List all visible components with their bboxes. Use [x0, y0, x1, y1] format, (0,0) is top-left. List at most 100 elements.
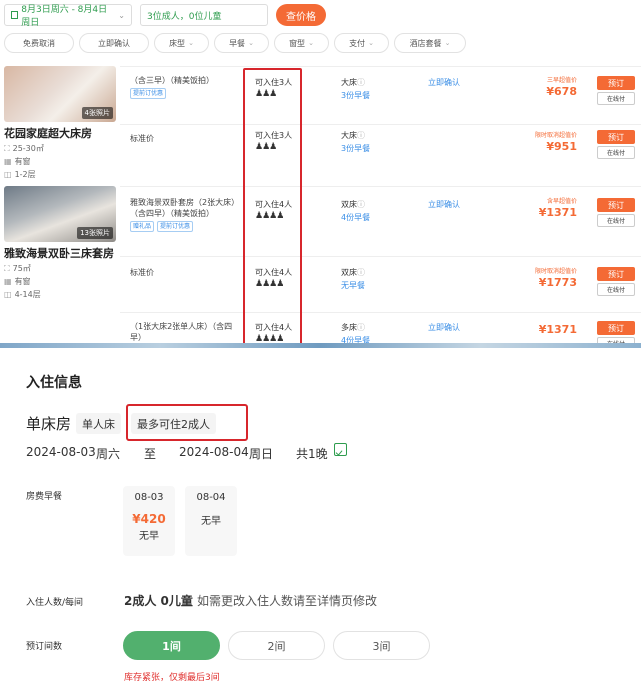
filter-breakfast[interactable]: 早餐 ⌄	[214, 33, 269, 53]
online-pay-button[interactable]: 在线付	[597, 92, 635, 105]
filter-window[interactable]: 窗型 ⌄	[274, 33, 329, 53]
area-icon: ⛶	[4, 143, 10, 153]
date-range-text: 8月3日周六 - 8月4日周日	[21, 5, 108, 28]
book-button[interactable]: 预订	[597, 76, 635, 90]
instant-confirm: 立即确认	[428, 200, 460, 209]
room-photo[interactable]: 4张照片	[4, 66, 116, 122]
guests-label: 入住人数/每间	[26, 598, 84, 608]
price-note: 限时取消超值价	[534, 268, 577, 275]
info-icon: ⓘ	[357, 323, 365, 332]
rate-row: 雅致海景双卧套房（2张大床）（含四早）（精美饭拍） 赠礼品 提前订优惠 可入住4人…	[120, 186, 641, 256]
filter-instant-confirm[interactable]: 立即确认	[79, 33, 149, 53]
promo-tag: 提前订优惠	[157, 221, 194, 232]
guest-text: 3位成人，0位儿童	[147, 11, 222, 22]
date-range-select[interactable]: 8月3日周六 - 8月4日周日 ⌄	[4, 4, 132, 28]
capacity-highlight	[126, 404, 248, 441]
search-bar: 8月3日周六 - 8月4日周日 ⌄ 3位成人，0位儿童 查价格	[4, 4, 326, 28]
price: ¥951	[546, 140, 577, 153]
fee-label: 房费早餐	[26, 492, 63, 502]
room-count-1[interactable]: 1间	[123, 631, 220, 660]
info-icon: ⓘ	[357, 200, 365, 209]
photo-count: 4张照片	[81, 107, 113, 119]
online-pay-button[interactable]: 在线付	[597, 214, 635, 227]
price: ¥1371	[538, 323, 577, 336]
filter-payment[interactable]: 支付 ⌄	[334, 33, 389, 53]
checkout-date: 2024-08-04	[179, 445, 249, 459]
filter-bed-type[interactable]: 床型 ⌄	[154, 33, 209, 53]
price: ¥678	[546, 85, 577, 98]
info-icon: ⓘ	[357, 131, 365, 140]
section-title: 入住信息	[26, 375, 82, 391]
bed-chip: 单人床	[76, 413, 121, 434]
breakfast-text[interactable]: 4份早餐	[341, 212, 370, 223]
room-count-2[interactable]: 2间	[228, 631, 325, 660]
chevron-down-icon: ⌄	[248, 39, 254, 47]
room-name[interactable]: 花园家庭超大床房	[4, 125, 124, 141]
instant-confirm: 立即确认	[428, 323, 460, 332]
book-button[interactable]: 预订	[597, 267, 635, 281]
rate-row: （含三早）（精美饭拍） 提前订优惠 可入住3人 ♟♟♟ 大床ⓘ 3份早餐 立即确…	[120, 66, 641, 124]
checkin-date: 2024-08-03	[26, 445, 96, 459]
price: ¥1371	[538, 206, 577, 219]
day-date: 08-04	[196, 492, 226, 503]
day-meal: 无早	[201, 516, 221, 527]
bed-type: 双床	[341, 268, 357, 277]
room-photo[interactable]: 13张照片	[4, 186, 116, 242]
package-name: 标准价	[130, 268, 154, 277]
edit-icon[interactable]	[334, 443, 347, 456]
filter-package[interactable]: 酒店套餐 ⌄	[394, 33, 466, 53]
guest-select[interactable]: 3位成人，0位儿童	[140, 4, 268, 26]
gift-tag: 赠礼品	[130, 221, 155, 232]
room-count-3[interactable]: 3间	[333, 631, 430, 660]
day-date: 08-03	[134, 492, 164, 503]
window-icon: ▦	[4, 157, 12, 166]
package-name: 标准价	[130, 134, 154, 143]
bed-type: 双床	[341, 200, 357, 209]
rate-row: （1张大床2张单人床）（含四早） 可入住4人 ♟♟♟♟ 多床ⓘ 4份早餐 立即确…	[120, 312, 641, 347]
online-pay-button[interactable]: 在线付	[597, 283, 635, 296]
rooms-label: 预订间数	[26, 642, 63, 652]
chevron-down-icon: ⌄	[188, 39, 194, 47]
floor-icon: ◫	[4, 290, 12, 299]
day-price-card: 08-04 无早	[185, 486, 237, 556]
breakfast-text[interactable]: 无早餐	[341, 280, 365, 291]
room-card: 4张照片 花园家庭超大床房 ⛶ 25-30㎡ ▦ 有窗 ◫ 1-2层	[4, 66, 124, 180]
book-button[interactable]: 预订	[597, 198, 635, 212]
rate-row: 标准价 可入住4人 ♟♟♟♟ 双床ⓘ 无早餐 限时取消超值价 ¥1773 预订 …	[120, 256, 641, 312]
checkin-weekday: 周六	[96, 447, 121, 461]
floor-icon: ◫	[4, 170, 12, 179]
online-pay-button[interactable]: 在线付	[597, 146, 635, 159]
breakfast-text[interactable]: 3份早餐	[341, 90, 370, 101]
window-icon: ▦	[4, 277, 12, 286]
rate-row: 标准价 可入住3人 ♟♟♟ 大床ⓘ 3份早餐 限时取消超值价 ¥951 预订 在…	[120, 124, 641, 186]
calendar-icon	[11, 11, 19, 19]
guests-value: 2成人 0儿童	[124, 594, 193, 608]
date-separator: 至	[144, 447, 157, 461]
chevron-down-icon: ⌄	[308, 39, 314, 47]
room-card: 13张照片 雅致海景双卧三床套房 ⛶ 75㎡ ▦ 有窗 ◫ 4-14层	[4, 186, 124, 300]
price-note: 限时取消超值价	[534, 132, 577, 139]
book-button[interactable]: 预订	[597, 130, 635, 144]
breakfast-text[interactable]: 3份早餐	[341, 143, 370, 154]
room-name[interactable]: 雅致海景双卧三床套房	[4, 245, 124, 261]
package-name: 雅致海景双卧套房（2张大床）（含四早）（精美饭拍）	[130, 198, 240, 218]
info-icon: ⓘ	[357, 268, 365, 277]
info-icon: ⓘ	[357, 78, 365, 87]
chevron-down-icon: ⌄	[444, 39, 451, 47]
nights-count: 共1晚	[296, 447, 328, 461]
bed-type: 大床	[341, 131, 357, 140]
guests-note: 如需更改入住人数请至详情页修改	[197, 594, 378, 608]
check-price-button[interactable]: 查价格	[276, 4, 326, 26]
day-price-card: 08-03 ¥420 无早	[123, 486, 175, 556]
chevron-down-icon: ⌄	[118, 10, 125, 20]
package-name: （含三早）（精美饭拍）	[130, 76, 214, 85]
filter-free-cancel[interactable]: 免费取消	[4, 33, 74, 53]
stock-warning: 库存紧张，仅剩最后3间	[124, 673, 220, 683]
bed-type: 大床	[341, 78, 357, 87]
bed-type: 多床	[341, 323, 357, 332]
checkin-panel: 入住信息 单床房 单人床 最多可住2成人 2024-08-03 周六 至 202…	[0, 348, 641, 693]
occupancy-highlight	[243, 68, 302, 345]
day-price: ¥420	[132, 512, 166, 526]
price-note: 三早超值价	[546, 77, 577, 84]
book-button[interactable]: 预订	[597, 321, 635, 335]
